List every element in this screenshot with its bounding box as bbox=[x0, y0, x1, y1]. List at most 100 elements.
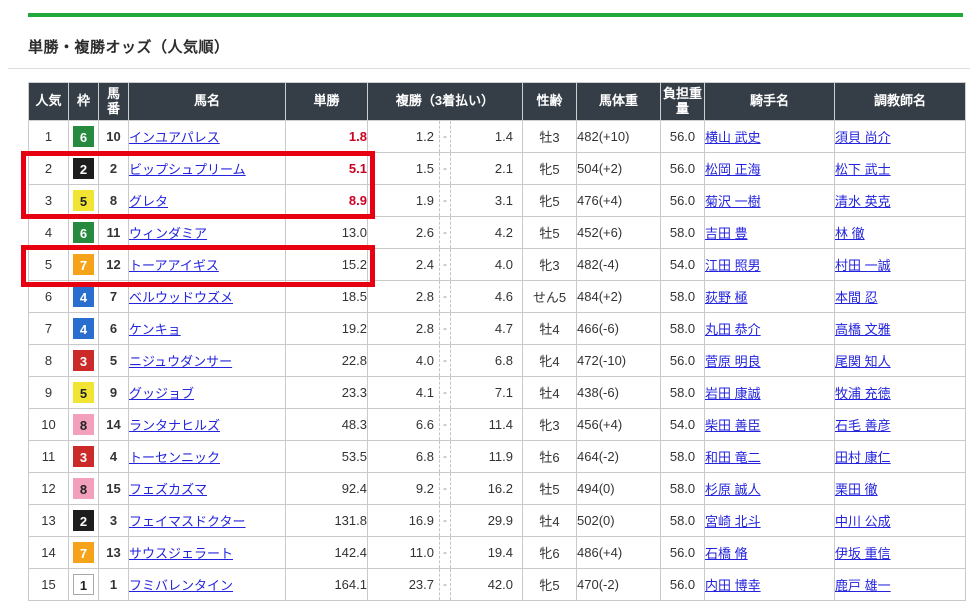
horse-name-link[interactable]: サウスジェラート bbox=[129, 546, 233, 561]
trainer-link[interactable]: 中川 公成 bbox=[835, 514, 891, 529]
horse-name-link[interactable]: ランタナヒルズ bbox=[129, 418, 220, 433]
trainer-cell: 高橋 文雅 bbox=[835, 313, 966, 345]
place-odds-cell: 6.6-11.4 bbox=[368, 409, 523, 441]
trainer-link[interactable]: 林 徹 bbox=[835, 226, 865, 241]
horse-name-link[interactable]: フェイマスドクター bbox=[129, 514, 245, 529]
waku-cell: 2 bbox=[69, 153, 99, 185]
horse-number-cell: 4 bbox=[99, 441, 129, 473]
rank-cell: 5 bbox=[29, 249, 69, 281]
place-odds-cell: 4.0-6.8 bbox=[368, 345, 523, 377]
trainer-link[interactable]: 尾関 知人 bbox=[835, 354, 891, 369]
place-odds-range: 9.2-16.2 bbox=[368, 473, 522, 504]
waku-badge: 6 bbox=[73, 126, 94, 147]
jockey-link[interactable]: 菊沢 一樹 bbox=[705, 194, 761, 209]
place-odds-high: 19.4 bbox=[451, 545, 522, 560]
carried-weight-cell: 58.0 bbox=[661, 281, 705, 313]
win-odds-cell: 22.8 bbox=[286, 345, 368, 377]
col-header-num: 馬番 bbox=[99, 83, 129, 121]
sex-age-cell: せん5 bbox=[523, 281, 577, 313]
place-odds-separator: - bbox=[439, 185, 451, 216]
win-odds-cell: 142.4 bbox=[286, 537, 368, 569]
jockey-link[interactable]: 吉田 豊 bbox=[705, 226, 748, 241]
horse-weight-cell: 470(-2) bbox=[577, 569, 661, 601]
jockey-link[interactable]: 内田 博幸 bbox=[705, 578, 761, 593]
sex-age-cell: 牝3 bbox=[523, 249, 577, 281]
horse-name-link[interactable]: インユアパレス bbox=[129, 130, 220, 145]
waku-cell: 5 bbox=[69, 185, 99, 217]
carried-weight-cell: 58.0 bbox=[661, 473, 705, 505]
horse-name-link[interactable]: ニジュウダンサー bbox=[129, 354, 232, 369]
horse-name-link[interactable]: ビップシュプリーム bbox=[129, 162, 246, 177]
trainer-link[interactable]: 牧浦 充徳 bbox=[835, 386, 891, 401]
table-row: 358グレタ8.91.9-3.1牝5476(+4)56.0菊沢 一樹清水 英克 bbox=[29, 185, 966, 217]
horse-name-link[interactable]: ケンキョ bbox=[129, 322, 181, 337]
horse-number-cell: 2 bbox=[99, 153, 129, 185]
place-odds-low: 1.9 bbox=[368, 193, 439, 208]
jockey-link[interactable]: 丸田 恭介 bbox=[705, 322, 761, 337]
jockey-link[interactable]: 岩田 康誠 bbox=[705, 386, 761, 401]
place-odds-low: 11.0 bbox=[368, 545, 439, 560]
jockey-link[interactable]: 宮崎 北斗 bbox=[705, 514, 761, 529]
horse-weight-cell: 438(-6) bbox=[577, 377, 661, 409]
horse-name-link[interactable]: グレタ bbox=[129, 194, 168, 209]
trainer-cell: 伊坂 重信 bbox=[835, 537, 966, 569]
horse-number-cell: 3 bbox=[99, 505, 129, 537]
horse-name-cell: グレタ bbox=[129, 185, 286, 217]
jockey-link[interactable]: 杉原 誠人 bbox=[705, 482, 761, 497]
jockey-link[interactable]: 荻野 極 bbox=[705, 290, 748, 305]
horse-name-link[interactable]: ウィンダミア bbox=[129, 226, 207, 241]
place-odds-separator: - bbox=[439, 537, 451, 568]
col-header-rank: 人気 bbox=[29, 83, 69, 121]
trainer-link[interactable]: 本間 忍 bbox=[835, 290, 878, 305]
win-odds-cell: 19.2 bbox=[286, 313, 368, 345]
jockey-link[interactable]: 松岡 正海 bbox=[705, 162, 761, 177]
horse-name-link[interactable]: トーアアイギス bbox=[129, 258, 219, 273]
trainer-link[interactable]: 田村 康仁 bbox=[835, 450, 891, 465]
place-odds-low: 2.6 bbox=[368, 225, 439, 240]
jockey-link[interactable]: 和田 竜二 bbox=[705, 450, 761, 465]
waku-badge: 7 bbox=[73, 254, 94, 275]
jockey-link[interactable]: 石橋 脩 bbox=[705, 546, 748, 561]
horse-weight-cell: 452(+6) bbox=[577, 217, 661, 249]
col-header-carry: 負担重量 bbox=[661, 83, 705, 121]
place-odds-low: 1.5 bbox=[368, 161, 439, 176]
horse-name-link[interactable]: ベルウッドウズメ bbox=[129, 290, 233, 305]
carried-weight-cell: 56.0 bbox=[661, 345, 705, 377]
trainer-link[interactable]: 清水 英克 bbox=[835, 194, 891, 209]
trainer-link[interactable]: 高橋 文雅 bbox=[835, 322, 891, 337]
table-row: 835ニジュウダンサー22.84.0-6.8牝4472(-10)56.0菅原 明… bbox=[29, 345, 966, 377]
win-odds-cell: 5.1 bbox=[286, 153, 368, 185]
horse-name-cell: インユアパレス bbox=[129, 121, 286, 153]
place-odds-high: 6.8 bbox=[451, 353, 522, 368]
trainer-link[interactable]: 松下 武士 bbox=[835, 162, 891, 177]
divider bbox=[8, 68, 970, 69]
trainer-link[interactable]: 伊坂 重信 bbox=[835, 546, 891, 561]
place-odds-high: 4.0 bbox=[451, 257, 522, 272]
horse-name-link[interactable]: フェズカズマ bbox=[129, 482, 207, 497]
horse-name-link[interactable]: フミバレンタイン bbox=[129, 578, 233, 593]
place-odds-high: 29.9 bbox=[451, 513, 522, 528]
trainer-link[interactable]: 鹿戸 雄一 bbox=[835, 578, 891, 593]
place-odds-separator: - bbox=[439, 345, 451, 376]
trainer-link[interactable]: 石毛 善彦 bbox=[835, 418, 891, 433]
horse-number-cell: 10 bbox=[99, 121, 129, 153]
horse-name-link[interactable]: トーセンニック bbox=[129, 450, 220, 465]
trainer-link[interactable]: 須貝 尚介 bbox=[835, 130, 891, 145]
jockey-link[interactable]: 菅原 明良 bbox=[705, 354, 761, 369]
trainer-link[interactable]: 村田 一誠 bbox=[835, 258, 891, 273]
win-odds-cell: 23.3 bbox=[286, 377, 368, 409]
horse-weight-cell: 504(+2) bbox=[577, 153, 661, 185]
table-row: 1511フミバレンタイン164.123.7-42.0牝5470(-2)56.0内… bbox=[29, 569, 966, 601]
win-odds-cell: 48.3 bbox=[286, 409, 368, 441]
trainer-link[interactable]: 栗田 徹 bbox=[835, 482, 878, 497]
waku-cell: 3 bbox=[69, 441, 99, 473]
place-odds-low: 6.6 bbox=[368, 417, 439, 432]
rank-cell: 12 bbox=[29, 473, 69, 505]
jockey-link[interactable]: 江田 照男 bbox=[705, 258, 761, 273]
carried-weight-cell: 54.0 bbox=[661, 249, 705, 281]
horse-name-link[interactable]: グッジョブ bbox=[129, 386, 194, 401]
jockey-link[interactable]: 横山 武史 bbox=[705, 130, 761, 145]
horse-weight-cell: 472(-10) bbox=[577, 345, 661, 377]
jockey-link[interactable]: 柴田 善臣 bbox=[705, 418, 761, 433]
place-odds-high: 42.0 bbox=[451, 577, 522, 592]
